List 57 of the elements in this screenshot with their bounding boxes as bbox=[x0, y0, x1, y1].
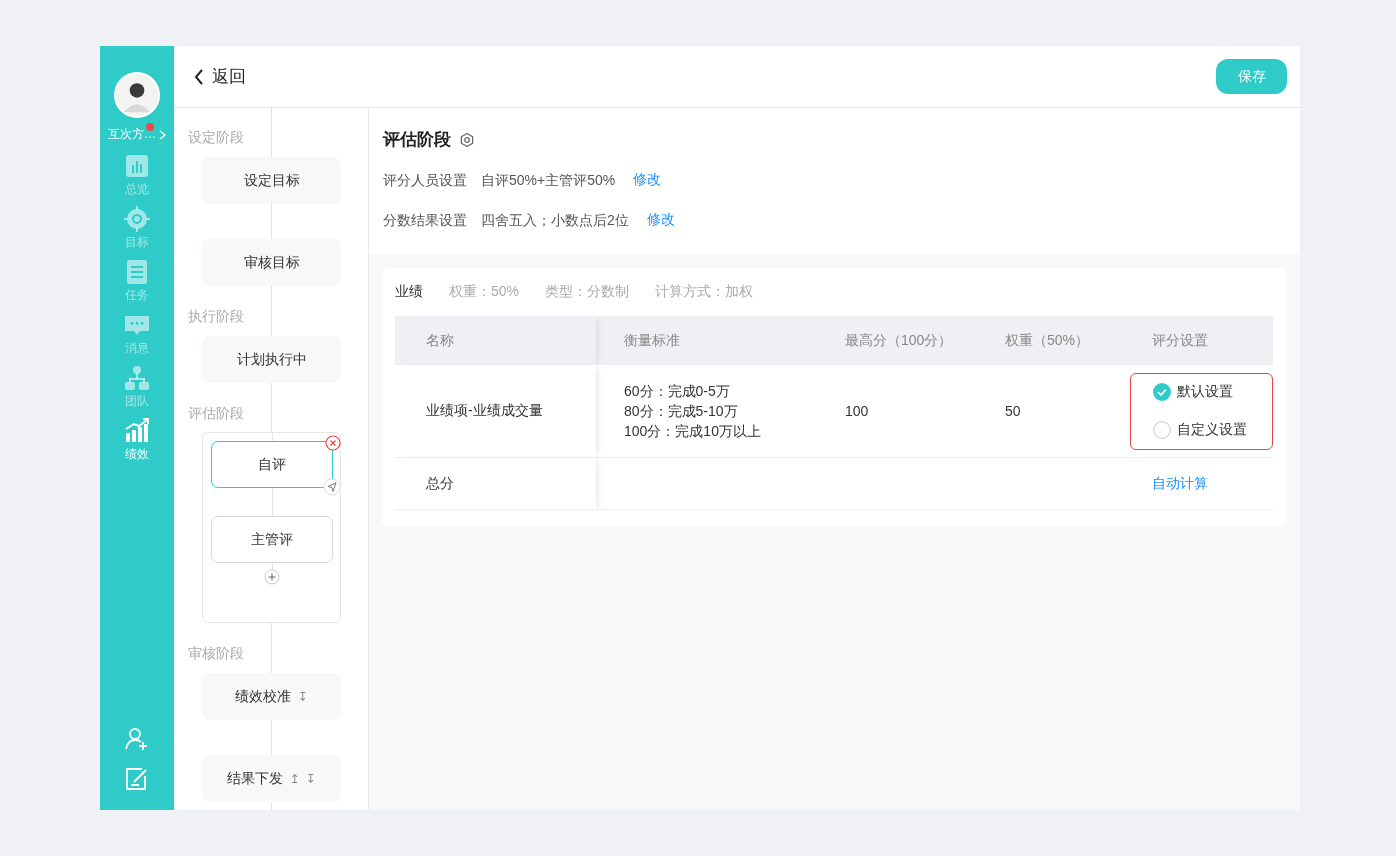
send-icon[interactable] bbox=[322, 478, 341, 496]
flow-node[interactable]: 绩效校准 ↧ bbox=[202, 673, 341, 720]
card-meta: 计算方式：加权 bbox=[655, 282, 754, 300]
flow-node[interactable]: 审核目标 bbox=[202, 239, 341, 286]
close-icon[interactable] bbox=[324, 435, 341, 451]
flow-node[interactable]: 结果下发 ↥ ↧ bbox=[202, 755, 341, 802]
flow-node[interactable]: 主管评 bbox=[210, 516, 333, 563]
table-cell: 总分 bbox=[395, 458, 596, 510]
node-label: 设定目标 bbox=[243, 171, 300, 190]
table-cell: 100 bbox=[817, 365, 977, 458]
radio-option[interactable]: 自定义设置 bbox=[1153, 421, 1272, 439]
avatar[interactable] bbox=[114, 72, 160, 118]
column-header: 最高分（100分） bbox=[817, 316, 977, 365]
setting-label: 分数结果设置 bbox=[383, 211, 467, 230]
flow-node[interactable]: 设定目标 bbox=[202, 157, 341, 204]
table-cell: 业绩项-业绩成交量 bbox=[395, 365, 596, 458]
user-name[interactable]: 互次方… bbox=[108, 126, 156, 143]
column-header: 衡量标准 bbox=[596, 316, 817, 365]
node-label: 审核目标 bbox=[243, 253, 300, 272]
bar-chart-icon bbox=[124, 153, 150, 179]
add-icon[interactable] bbox=[263, 569, 280, 585]
column-header: 评分设置 bbox=[1124, 316, 1273, 365]
growth-chart-icon bbox=[124, 418, 150, 444]
column-header: 权重（50%） bbox=[977, 316, 1124, 365]
auto-calculate-link[interactable]: 自动计算 bbox=[1152, 474, 1208, 493]
move-arrow[interactable]: ↧ bbox=[305, 771, 316, 786]
target-icon bbox=[124, 206, 150, 232]
radio-option[interactable]: 默认设置 bbox=[1153, 383, 1272, 401]
setting-value: 四舍五入；小数点后2位 bbox=[481, 211, 629, 230]
edit-link[interactable]: 修改 bbox=[633, 171, 662, 189]
section-title: 评估阶段 bbox=[383, 129, 451, 151]
save-button[interactable]: 保存 bbox=[1216, 59, 1287, 94]
table-cell: 50 bbox=[977, 365, 1124, 458]
setting-label: 评分人员设置 bbox=[383, 171, 467, 190]
node-label: 计划执行中 bbox=[236, 350, 307, 369]
chevron-icon[interactable] bbox=[159, 129, 166, 140]
card-meta: 权重：50% bbox=[449, 282, 520, 300]
node-label: 绩效校准 bbox=[235, 687, 292, 706]
flow-node[interactable]: 计划执行中 bbox=[202, 336, 341, 383]
column-header: 名称 bbox=[395, 316, 596, 365]
table-cell-text: 60分：完成0-5万 80分：完成5-10万 100分：完成10万以上 bbox=[624, 382, 761, 441]
setting-value: 自评50%+主管评50% bbox=[481, 171, 616, 190]
org-chart-icon bbox=[124, 365, 150, 391]
nav-item[interactable]: 绩效 bbox=[107, 418, 167, 463]
edit-icon[interactable] bbox=[124, 766, 150, 792]
add-user-icon[interactable] bbox=[124, 726, 150, 752]
edit-link[interactable]: 修改 bbox=[646, 211, 675, 229]
node-label: 结果下发 bbox=[227, 769, 284, 788]
settings-icon[interactable] bbox=[459, 132, 475, 148]
list-icon bbox=[124, 259, 150, 285]
back-icon bbox=[194, 68, 204, 85]
flow-node[interactable]: 自评 bbox=[210, 441, 333, 488]
move-arrow[interactable]: ↧ bbox=[297, 689, 308, 704]
move-arrow[interactable]: ↥ bbox=[289, 771, 300, 786]
card-meta: 类型：分数制 bbox=[545, 282, 630, 300]
card-title: 业绩 bbox=[395, 282, 423, 300]
back-button[interactable]: 返回 bbox=[194, 65, 246, 88]
